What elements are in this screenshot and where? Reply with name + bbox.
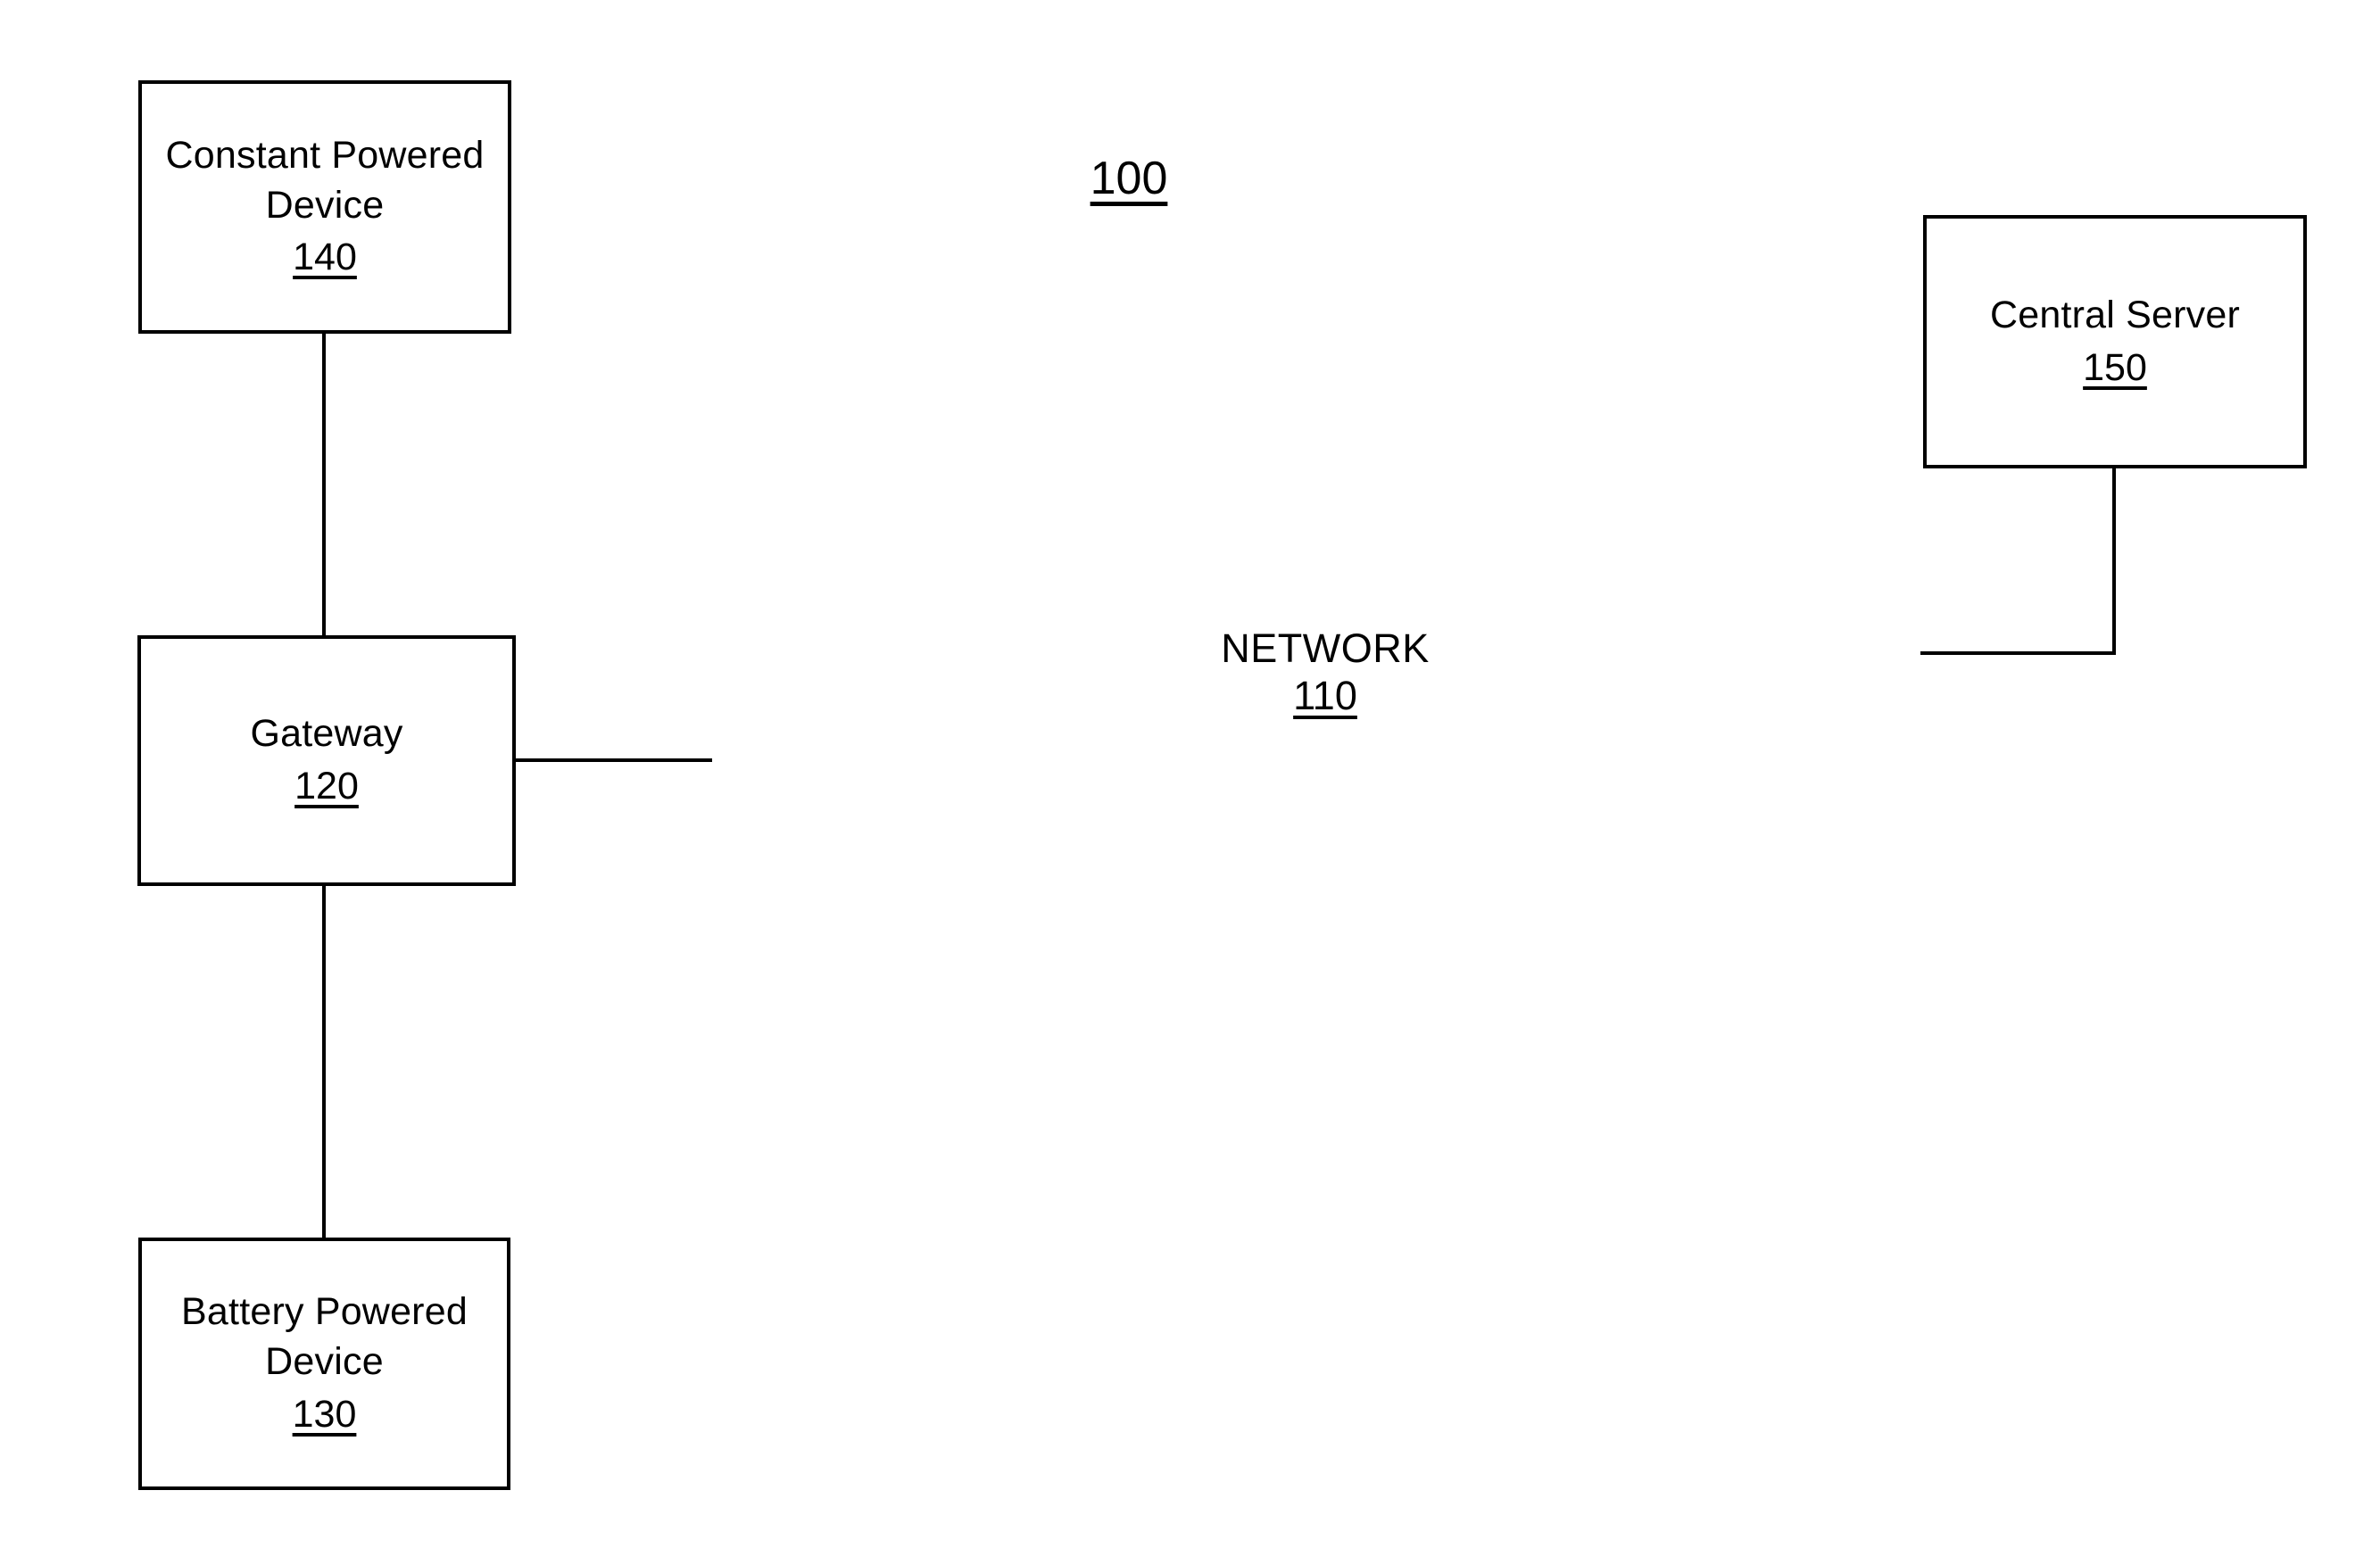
network-cloud-label-group: NETWORK 110 [1129,625,1522,719]
node-central-server-reference-numeral: 150 [2083,345,2147,389]
network-cloud-title: NETWORK [1221,625,1430,671]
connector-network-to-central-server-horizontal [1920,651,2116,655]
node-constant-powered-device-reference-numeral: 140 [293,236,357,279]
cloud-crease-lines [866,473,1865,977]
node-constant-powered-device-label: Constant Powered Device [165,133,485,227]
node-battery-powered-device[interactable]: Battery Powered Device 130 [138,1238,510,1490]
figure-reference-numeral: 100 [1090,153,1168,204]
node-battery-powered-device-reference-numeral: 130 [292,1392,357,1436]
connector-constant-powered-device-to-gateway [322,332,326,637]
node-gateway-label: Gateway [250,712,403,756]
cloud-midtone-lobes [1049,455,1892,1053]
node-constant-powered-device[interactable]: Constant Powered Device 140 [138,80,511,334]
node-battery-powered-device-label: Battery Powered Device [181,1290,468,1384]
node-gateway[interactable]: Gateway 120 [137,635,516,886]
connector-gateway-to-battery-powered-device [322,884,326,1239]
patent-figure-canvas: 100 NETWORK 110 Constant Powered Device … [0,0,2380,1565]
node-gateway-reference-numeral: 120 [294,765,359,807]
node-central-server-label: Central Server [1989,293,2240,336]
cloud-shadow-lobes [1147,395,1812,794]
node-central-server[interactable]: Central Server 150 [1923,215,2307,468]
connector-central-server-vertical-drop [2112,467,2116,655]
connector-gateway-to-network [514,758,712,762]
network-cloud-reference-numeral: 110 [1293,673,1357,719]
